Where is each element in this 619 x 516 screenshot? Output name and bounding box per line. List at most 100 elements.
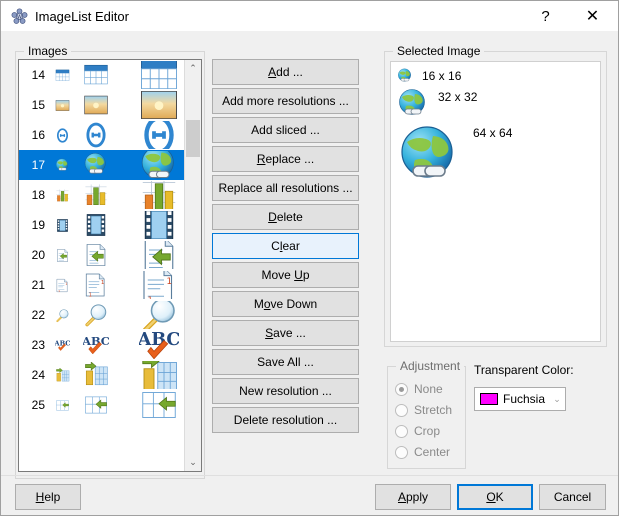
new-resolution-button[interactable]: New resolution ...: [212, 378, 359, 404]
window-title: ImageList Editor: [35, 8, 129, 25]
image-index-label: 17: [19, 158, 50, 172]
adjustment-radio-center[interactable]: Center: [395, 445, 450, 459]
magnifier-icon: [118, 301, 184, 329]
image-list-row[interactable]: 14: [19, 60, 184, 90]
radio-label: Stretch: [414, 403, 452, 417]
scroll-up-icon[interactable]: ⌃: [185, 60, 201, 77]
button-label: Delete resolution ...: [234, 414, 337, 426]
button-label: Add more resolutions ...: [222, 95, 349, 107]
adjustment-radio-stretch[interactable]: Stretch: [395, 403, 452, 417]
image-index-label: 16: [19, 128, 50, 142]
image-list-row[interactable]: 21111111: [19, 270, 184, 300]
insert-column-icon: [50, 361, 74, 389]
radio-indicator: [395, 446, 408, 459]
button-label: Add ...: [268, 66, 303, 78]
adjustment-radio-crop[interactable]: Crop: [395, 424, 440, 438]
image-list-row[interactable]: 19: [19, 210, 184, 240]
globe-hyperlink-icon: [118, 151, 184, 179]
document-insert-arrow-icon: [118, 241, 184, 269]
image-list-row[interactable]: 24: [19, 360, 184, 390]
selected-image-row-64: 64 x 64: [397, 124, 512, 188]
close-window-button[interactable]: ✕: [570, 1, 615, 32]
imagelist-app-icon: W: [11, 8, 28, 25]
svg-text:1: 1: [65, 282, 67, 286]
button-label: Add sliced ...: [251, 124, 320, 136]
save-all-button[interactable]: Save All ...: [212, 349, 359, 375]
film-strip-icon: [74, 211, 118, 239]
button-label: Cancel: [554, 491, 591, 503]
button-label: Save ...: [265, 327, 306, 339]
replace-all-resolutions-button[interactable]: Replace all resolutions ...: [212, 175, 359, 201]
move-up-button[interactable]: Move Up: [212, 262, 359, 288]
apply-button[interactable]: Apply: [375, 484, 451, 510]
button-label: New resolution ...: [239, 385, 332, 397]
image-list-scrollbar[interactable]: ⌃ ⌄: [184, 60, 201, 471]
ok-button[interactable]: OK: [457, 484, 533, 510]
help-button[interactable]: Help: [15, 484, 81, 510]
image-list-row[interactable]: 25: [19, 390, 184, 420]
image-list-row[interactable]: 15: [19, 90, 184, 120]
replace-button[interactable]: Replace ...: [212, 146, 359, 172]
transparent-color-select[interactable]: Fuchsia ⌄: [474, 387, 566, 411]
image-list-viewport: 14151617181920211111112223ABCABCABC2425: [19, 60, 184, 471]
delete-button[interactable]: Delete: [212, 204, 359, 230]
selected-image-row-32: 32 x 32: [397, 88, 477, 120]
globe-hyperlink-icon: [74, 151, 118, 179]
image-index-label: 20: [19, 248, 50, 262]
clear-button[interactable]: Clear: [212, 233, 359, 259]
button-label: Move Down: [254, 298, 317, 310]
resolution-label: 16 x 16: [422, 69, 461, 83]
adjustment-radio-none[interactable]: None: [395, 382, 443, 396]
scroll-down-icon[interactable]: ⌄: [185, 454, 201, 471]
title-help-button[interactable]: ?: [523, 1, 568, 32]
image-list-row[interactable]: 20: [19, 240, 184, 270]
document-insert-arrow-icon: [74, 241, 118, 269]
transparent-color-value: Fuchsia: [503, 392, 549, 406]
globe-hyperlink-icon: [397, 68, 413, 84]
picture-sunset-icon: [74, 91, 118, 119]
button-label: Replace ...: [257, 153, 314, 165]
image-list-row[interactable]: 17: [19, 150, 184, 180]
delete-column-icon: [118, 391, 184, 419]
image-list-row[interactable]: 22: [19, 300, 184, 330]
add-button[interactable]: Add ...: [212, 59, 359, 85]
scrollbar-thumb[interactable]: [186, 120, 200, 157]
question-mark-icon: ?: [541, 9, 549, 24]
image-list-row[interactable]: 18: [19, 180, 184, 210]
spellcheck-abc-icon: ABC: [118, 331, 184, 359]
move-down-button[interactable]: Move Down: [212, 291, 359, 317]
film-strip-icon: [118, 211, 184, 239]
image-list-row[interactable]: 16: [19, 120, 184, 150]
image-index-label: 24: [19, 368, 50, 382]
image-index-label: 19: [19, 218, 50, 232]
button-label: Save All ...: [257, 356, 314, 368]
image-list[interactable]: 14151617181920211111112223ABCABCABC2425 …: [18, 59, 202, 472]
insert-column-icon: [118, 361, 184, 389]
svg-text:1: 1: [89, 292, 92, 298]
image-list-row[interactable]: 23ABCABCABC: [19, 330, 184, 360]
insert-column-icon: [74, 361, 118, 389]
image-index-label: 22: [19, 308, 50, 322]
delete-resolution-button[interactable]: Delete resolution ...: [212, 407, 359, 433]
button-label: Help: [36, 491, 61, 503]
imagelist-editor-window: W ImageList Editor ? ✕ Images 1415161718…: [0, 0, 619, 516]
button-label: OK: [486, 491, 503, 503]
image-index-label: 15: [19, 98, 50, 112]
oval-shape-icon: [74, 121, 118, 149]
add-sliced-button[interactable]: Add sliced ...: [212, 117, 359, 143]
save-button[interactable]: Save ...: [212, 320, 359, 346]
radio-indicator: [395, 404, 408, 417]
button-label: Delete: [268, 211, 303, 223]
svg-text:W: W: [17, 15, 22, 21]
add-more-resolutions-button[interactable]: Add more resolutions ...: [212, 88, 359, 114]
picture-sunset-icon: [50, 91, 74, 119]
cancel-button[interactable]: Cancel: [539, 484, 606, 510]
document-footnote-icon: 11: [118, 271, 184, 299]
film-strip-icon: [50, 211, 74, 239]
delete-column-icon: [50, 391, 74, 419]
radio-label: None: [414, 382, 443, 396]
svg-text:1: 1: [101, 280, 105, 286]
color-swatch: [480, 393, 498, 405]
delete-column-icon: [74, 391, 118, 419]
radio-indicator: [395, 383, 408, 396]
